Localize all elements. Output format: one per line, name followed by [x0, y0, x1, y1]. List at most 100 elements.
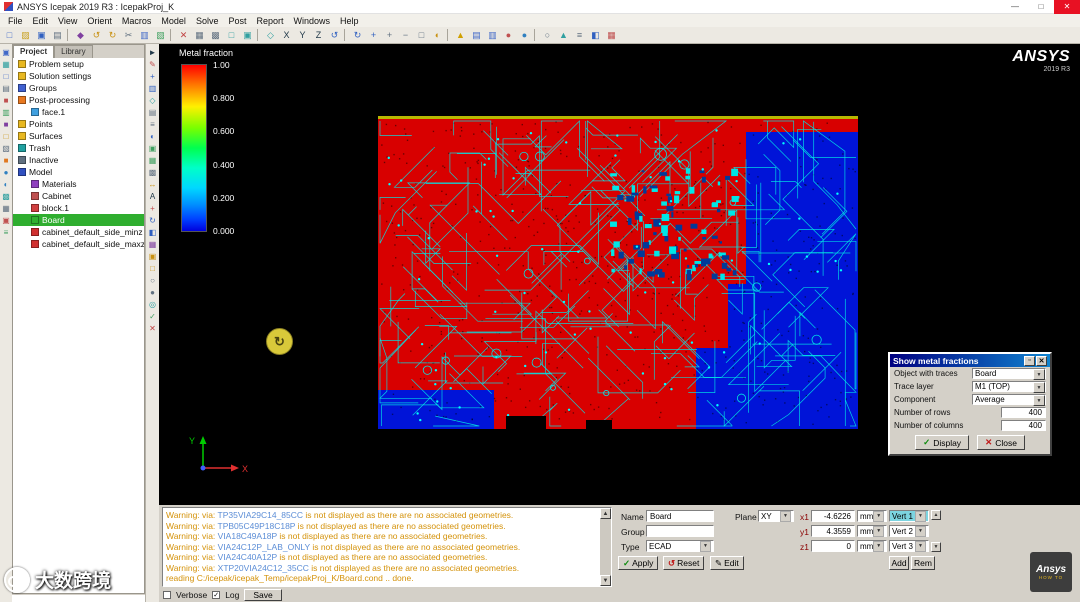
y1-input[interactable]: 4.3559: [811, 525, 855, 537]
display-button[interactable]: ✓ Display: [915, 435, 970, 450]
type-select[interactable]: ECAD: [646, 540, 714, 552]
axis-z-icon[interactable]: Z: [311, 28, 326, 42]
zoom-selection-icon[interactable]: ◎: [147, 299, 158, 310]
log-checkbox[interactable]: ✓: [212, 591, 221, 599]
maximize-button[interactable]: □: [1028, 0, 1054, 14]
view-iso-icon[interactable]: ◇: [263, 28, 278, 42]
scroll-down-icon[interactable]: ▼: [600, 575, 611, 586]
apply-button[interactable]: ✓ Apply: [618, 556, 659, 570]
save-project-icon[interactable]: ▣: [34, 28, 49, 42]
remove-vertex-button[interactable]: Rem: [911, 556, 935, 570]
print-icon[interactable]: ▤: [50, 28, 65, 42]
tab-project[interactable]: Project: [13, 45, 55, 58]
cut-plane-icon[interactable]: ◧: [588, 28, 603, 42]
create-resistance-icon[interactable]: ▩: [1, 191, 12, 202]
vert-spin-up-icon[interactable]: ▲: [931, 510, 941, 520]
axis-y-icon[interactable]: Y: [295, 28, 310, 42]
copy-object-icon[interactable]: ▥: [147, 83, 158, 94]
create-opening-icon[interactable]: □: [1, 71, 12, 82]
select-mode-icon[interactable]: ►: [147, 47, 158, 58]
screenshot-icon[interactable]: ◆: [73, 28, 88, 42]
rotate-ccw-icon[interactable]: ↺: [327, 28, 342, 42]
zoom-out-icon[interactable]: −: [398, 28, 413, 42]
world-view-icon[interactable]: ●: [517, 28, 532, 42]
redo-icon[interactable]: ↻: [105, 28, 120, 42]
menu-macros[interactable]: Macros: [117, 16, 157, 26]
plane-select[interactable]: XY: [758, 510, 794, 522]
rotate-cw-icon[interactable]: ↻: [350, 28, 365, 42]
match-edges-icon[interactable]: ▦: [147, 155, 158, 166]
local-coords-icon[interactable]: +: [147, 203, 158, 214]
measure-distance-icon[interactable]: ↔: [147, 179, 158, 190]
tree-item-trash[interactable]: Trash: [13, 142, 144, 154]
tree-item-materials[interactable]: Materials: [13, 178, 144, 190]
menu-file[interactable]: File: [3, 16, 28, 26]
center-object-icon[interactable]: ◐: [147, 131, 158, 142]
trace-layer-select[interactable]: M1 (TOP): [972, 381, 1046, 393]
y1-unit-select[interactable]: mm: [857, 525, 887, 537]
tree-item-groups[interactable]: Groups: [13, 82, 144, 94]
tree-item-surfaces[interactable]: Surfaces: [13, 130, 144, 142]
create-trace-icon[interactable]: ≡: [1, 227, 12, 238]
tree-item-block-1[interactable]: block.1: [13, 202, 144, 214]
rotate-object-icon[interactable]: ↻: [147, 215, 158, 226]
tree-item-solution-settings[interactable]: Solution settings: [13, 70, 144, 82]
match-faces-icon[interactable]: ▣: [147, 143, 158, 154]
delete-object-icon[interactable]: ✕: [147, 323, 158, 334]
undo-icon[interactable]: ↺: [89, 28, 104, 42]
paste-icon[interactable]: ▧: [153, 28, 168, 42]
tree-item-points[interactable]: Points: [13, 118, 144, 130]
z1-input[interactable]: 0: [811, 540, 855, 552]
pan-view-icon[interactable]: +: [366, 28, 381, 42]
menu-solve[interactable]: Solve: [191, 16, 224, 26]
move-object-icon[interactable]: +: [147, 71, 158, 82]
close-button[interactable]: ✕: [1054, 0, 1080, 14]
axis-x-icon[interactable]: X: [279, 28, 294, 42]
fit-window-icon[interactable]: □: [414, 28, 429, 42]
create-grille-icon[interactable]: ▤: [1, 83, 12, 94]
tree-item-post-processing[interactable]: Post-processing: [13, 94, 144, 106]
dialog-title-bar[interactable]: Show metal fractions ▫ ✕: [890, 354, 1050, 367]
create-assembly-icon[interactable]: ▣: [1, 47, 12, 58]
menu-help[interactable]: Help: [335, 16, 364, 26]
warning-check-icon[interactable]: ▲: [453, 28, 468, 42]
number-of-columns-input[interactable]: 400: [1001, 420, 1046, 431]
tree-item-model[interactable]: Model: [13, 166, 144, 178]
edit-object-icon[interactable]: ✎: [147, 59, 158, 70]
x1-input[interactable]: -4.6226: [811, 510, 855, 522]
reset-button[interactable]: ↺ Reset: [663, 556, 705, 570]
scale-object-icon[interactable]: ◇: [147, 95, 158, 106]
delete-icon[interactable]: ✕: [176, 28, 191, 42]
copy-icon[interactable]: ▥: [137, 28, 152, 42]
tree-item-board[interactable]: Board: [13, 214, 144, 226]
report-tool-icon[interactable]: ▦: [604, 28, 619, 42]
object-with-traces-select[interactable]: Board: [972, 368, 1046, 380]
menu-post[interactable]: Post: [223, 16, 251, 26]
create-enclosure-icon[interactable]: □: [1, 131, 12, 142]
new-project-icon[interactable]: □: [2, 28, 17, 42]
create-plate-icon[interactable]: ■: [1, 119, 12, 130]
annotate-text-icon[interactable]: A: [147, 191, 158, 202]
name-input[interactable]: Board: [646, 510, 714, 522]
create-grid-icon[interactable]: ▦: [192, 28, 207, 42]
cut-icon[interactable]: ✂: [121, 28, 136, 42]
group-input[interactable]: [646, 525, 714, 537]
menu-model[interactable]: Model: [156, 16, 191, 26]
menu-view[interactable]: View: [53, 16, 82, 26]
vert-spin-down-icon[interactable]: ▼: [931, 542, 941, 552]
console-scrollbar[interactable]: ▲ ▼: [600, 508, 611, 586]
open-project-icon[interactable]: ▨: [18, 28, 33, 42]
minimize-button[interactable]: —: [1002, 0, 1028, 14]
tree-item-face-1[interactable]: face.1: [13, 106, 144, 118]
snap-to-grid-icon[interactable]: ▩: [147, 167, 158, 178]
orient-tool-icon[interactable]: ◐: [430, 28, 445, 42]
align-edges-icon[interactable]: ≡: [147, 119, 158, 130]
check-model-icon[interactable]: ✓: [147, 311, 158, 322]
align-icon[interactable]: ≡: [572, 28, 587, 42]
menu-orient[interactable]: Orient: [82, 16, 117, 26]
array-copy-icon[interactable]: ▦: [147, 239, 158, 250]
number-of-rows-input[interactable]: 400: [1001, 407, 1046, 418]
create-package-icon[interactable]: ▣: [1, 215, 12, 226]
view-top-icon[interactable]: ▣: [240, 28, 255, 42]
tab-library[interactable]: Library: [54, 45, 93, 58]
